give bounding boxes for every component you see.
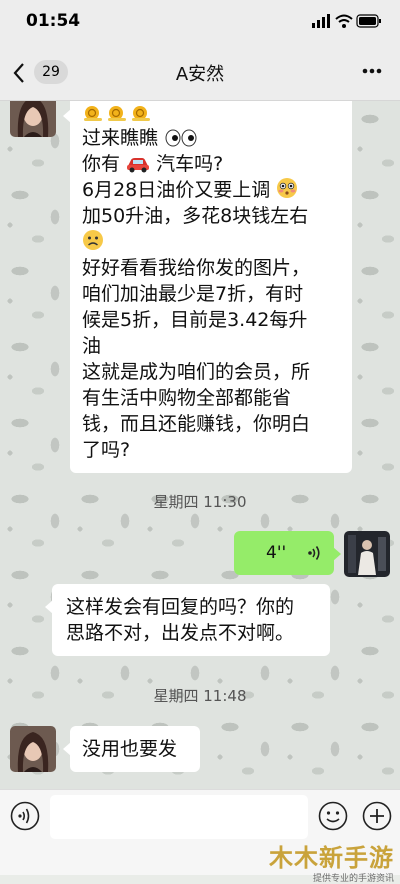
car-emoji-icon <box>127 158 150 173</box>
signal-icon <box>312 14 330 28</box>
chat-area[interactable]: 过来瞧瞧 你有 汽车吗? 6月28日油价又要上调 加50升油，多花8块钱左右 好… <box>0 101 400 789</box>
message-line: 候是5折，目前是3.42每升 <box>82 309 308 331</box>
timestamp: 星期四 11:48 <box>153 687 247 705</box>
chat-header: 29 A安然 <box>0 44 400 101</box>
received-message-bubble[interactable]: 过来瞧瞧 你有 汽车吗? 6月28日油价又要上调 加50升油，多花8块钱左右 好… <box>63 101 352 473</box>
message-line: 你有 <box>82 153 121 175</box>
message-line: 过来瞧瞧 <box>82 127 159 149</box>
message-line: 油 <box>82 335 102 357</box>
snail-emoji-icon <box>84 106 150 121</box>
voice-message-bubble[interactable]: 4'' <box>234 531 341 575</box>
voice-duration: 4'' <box>266 543 287 563</box>
status-bar: 01:54 <box>0 0 400 44</box>
message-line: 这样发会有回复的吗？你的 <box>66 596 295 618</box>
message-line: 6月28日油价又要上调 <box>82 179 271 201</box>
received-message-bubble[interactable]: 没用也要发 <box>63 726 200 772</box>
voice-wave-icon <box>308 546 320 560</box>
wifi-icon <box>335 14 353 28</box>
timestamp: 星期四 11:30 <box>153 493 247 511</box>
message-input[interactable] <box>50 795 308 839</box>
message-line: 有生活中购物全部都能省 <box>82 387 292 409</box>
more-icon[interactable] <box>362 68 382 74</box>
battery-icon <box>356 14 381 28</box>
voice-input-icon[interactable] <box>10 801 40 831</box>
message-line: 这就是成为咱们的会员，所 <box>82 361 311 383</box>
message-text: 没用也要发 <box>82 738 178 760</box>
message-line: 钱，而且还能赚钱，你明白 <box>82 413 311 435</box>
message-line: 了吗? <box>82 439 131 461</box>
contact-avatar[interactable] <box>10 101 56 137</box>
snail-emoji-row <box>82 103 340 125</box>
watermark-main: 木木新手游 <box>269 844 394 872</box>
emoji-icon[interactable] <box>318 801 348 831</box>
flushed-emoji-icon <box>277 178 298 198</box>
message-line: 汽车吗? <box>156 153 224 175</box>
self-avatar[interactable] <box>344 531 390 577</box>
message-line: 思路不对，出发点不对啊。 <box>66 622 295 644</box>
message-line: 加50升油，多花8块钱左右 <box>82 205 309 227</box>
frown-emoji-icon <box>83 230 103 250</box>
chat-title: A安然 <box>175 64 225 85</box>
contact-avatar[interactable] <box>10 726 56 772</box>
site-watermark: 木木新手游 提供专业的手游资讯 <box>269 838 394 884</box>
message-line: 好好看看我给你发的图片， <box>82 257 311 279</box>
message-line: 咱们加油最少是7折，有时 <box>82 283 304 305</box>
status-time: 01:54 <box>26 11 81 31</box>
status-icons <box>312 13 382 29</box>
eyes-emoji-icon <box>165 129 197 147</box>
received-message-bubble[interactable]: 这样发会有回复的吗？你的 思路不对，出发点不对啊。 <box>45 584 330 656</box>
plus-icon[interactable] <box>362 801 392 831</box>
